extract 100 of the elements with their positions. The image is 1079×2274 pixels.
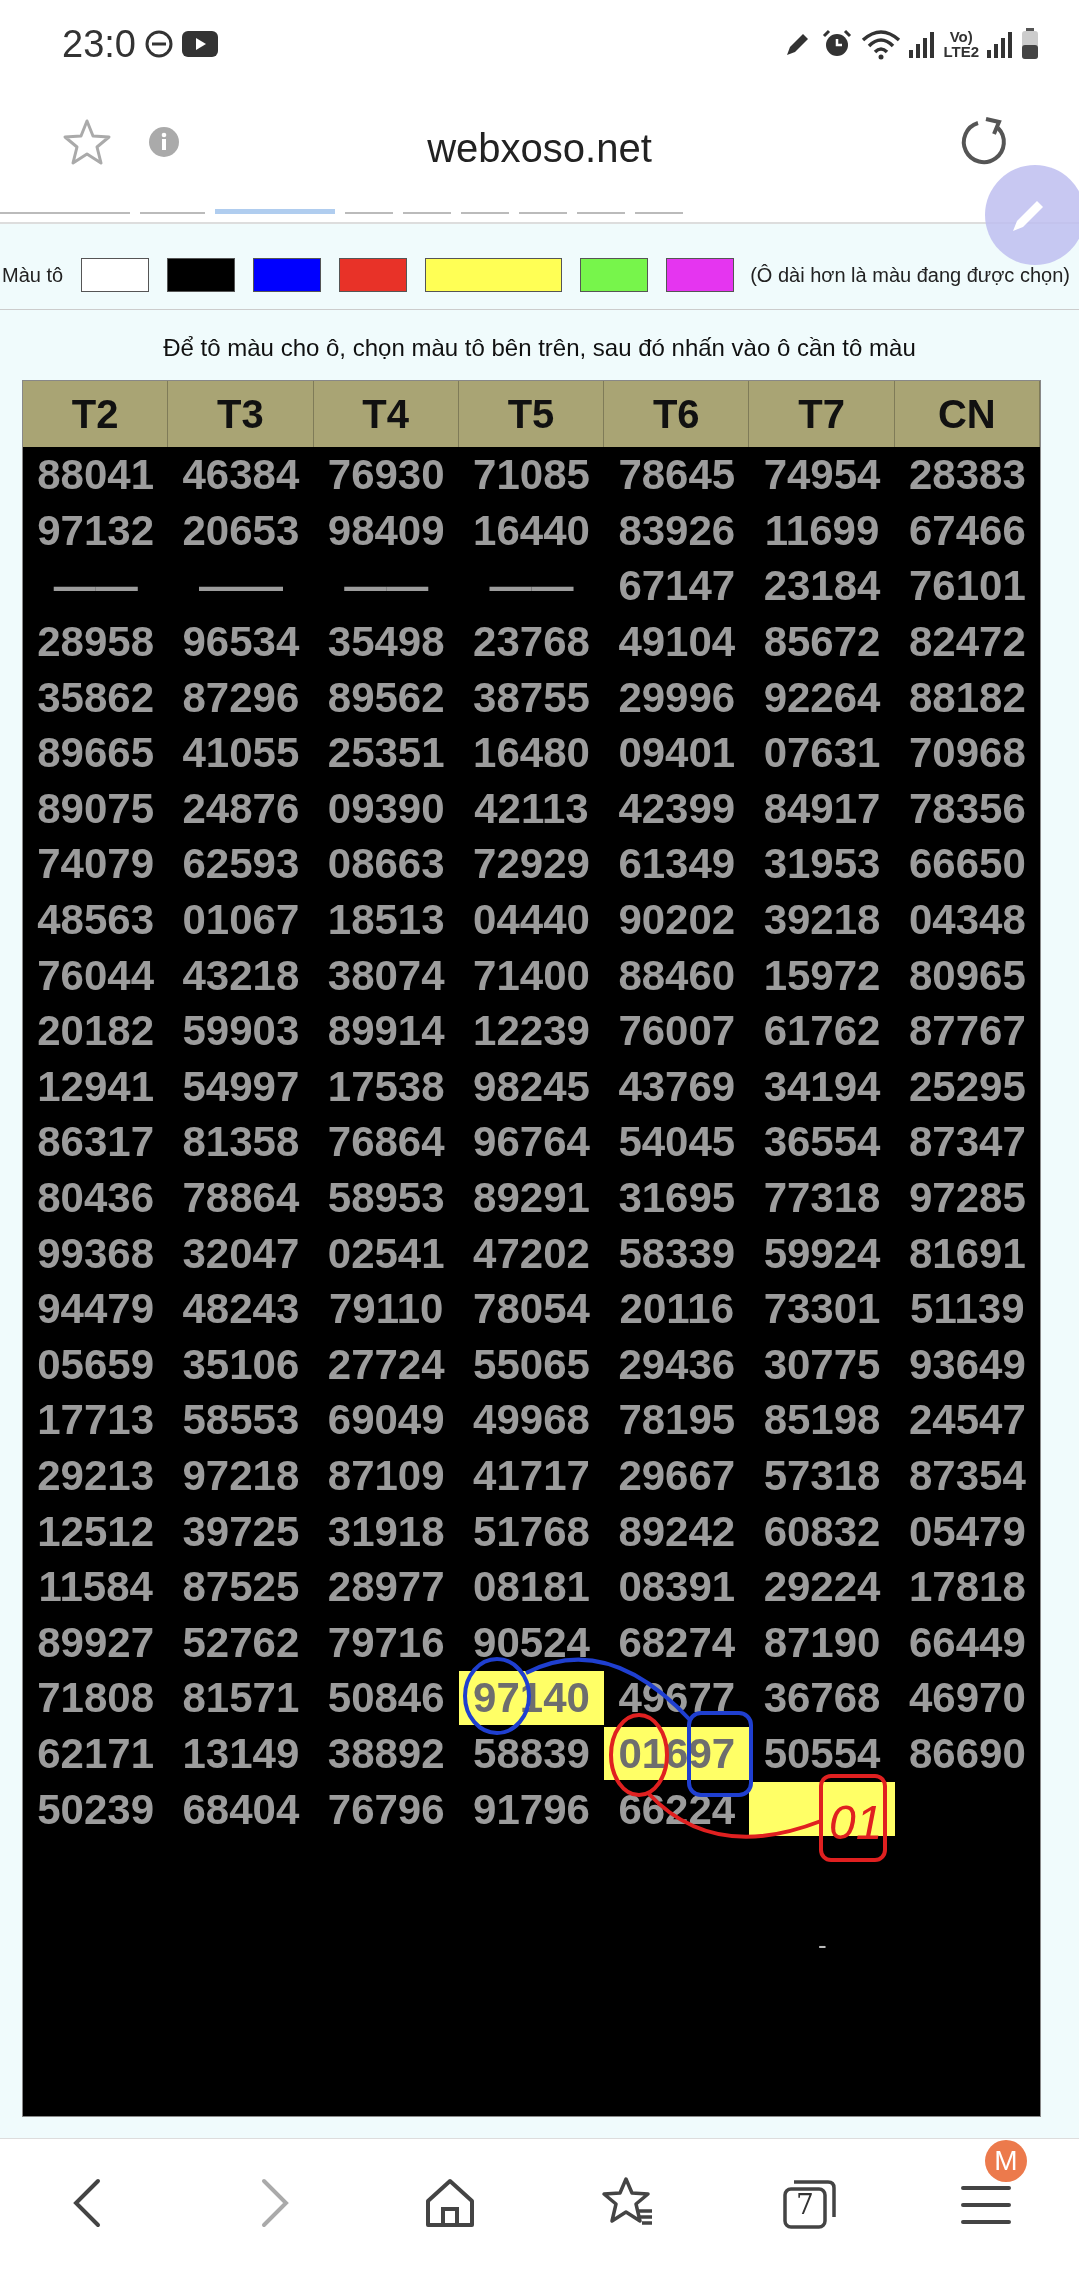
number-cell-text: 66449 — [907, 1617, 1027, 1668]
handwritten-note: 01 — [829, 1796, 883, 1849]
number-cell-text: 89665 — [36, 728, 156, 779]
number-cell-text: 81691 — [907, 1228, 1027, 1279]
number-cell-text: 43769 — [617, 1061, 737, 1112]
number-cell-text: 76864 — [326, 1117, 446, 1168]
dash-cell-text: —— — [488, 561, 575, 612]
number-cell-text: 78356 — [907, 783, 1027, 834]
number-cell-text: 58553 — [181, 1395, 301, 1446]
number-cell-text: 89914 — [326, 1006, 446, 1057]
signal-icon — [909, 30, 936, 58]
number-cell-text: 38755 — [472, 672, 591, 723]
number-cell-text: 38892 — [326, 1728, 446, 1779]
palette-note: (Ô dài hơn là màu đang được chọn) — [750, 262, 1070, 288]
number-cell-text: 67147 — [617, 561, 737, 612]
number-cell-text: 39725 — [181, 1506, 301, 1557]
color-swatch[interactable] — [580, 257, 649, 292]
number-cell-text: 57318 — [762, 1451, 882, 1501]
number-cell-text: 11584 — [37, 1562, 154, 1613]
color-swatch[interactable] — [339, 257, 408, 292]
instruction-text: Để tô màu cho ô, chọn màu tô bên trên, sau đó nhấn vào ô cần tô màu — [162, 333, 917, 363]
number-cell-text: 61762 — [762, 1006, 882, 1057]
number-cell-text: 88182 — [907, 672, 1027, 723]
number-cell-text: 85672 — [762, 617, 882, 668]
number-cell-text: 98409 — [326, 505, 446, 556]
number-cell-text: 89927 — [36, 1617, 156, 1668]
dash-cell-text: —— — [52, 561, 139, 612]
number-cell-text: 23768 — [472, 617, 591, 668]
number-cell-text: 31695 — [617, 1173, 737, 1223]
number-cell-text: 96534 — [181, 617, 301, 668]
number-cell-text: 50554 — [762, 1728, 882, 1779]
number-cell-text: 39218 — [762, 895, 882, 946]
number-cell-text: 72929 — [472, 839, 591, 890]
number-cell-text: 80436 — [36, 1173, 156, 1223]
number-cell-text: 02541 — [326, 1228, 446, 1279]
palette-label: Màu tô — [2, 262, 64, 288]
number-cell-text: 96764 — [472, 1117, 591, 1168]
number-cell-text: 04440 — [472, 895, 591, 946]
number-cell-text: 68274 — [617, 1617, 737, 1668]
number-cell-text: 51768 — [472, 1506, 591, 1557]
number-cell-text: 62593 — [181, 839, 301, 890]
number-cell-text: 12239 — [472, 1006, 591, 1057]
number-cell-text: 16480 — [472, 728, 591, 779]
number-cell-text: 76044 — [36, 950, 156, 1001]
clock-time: 23:0 — [62, 21, 136, 67]
number-cell-text: 67466 — [907, 505, 1027, 556]
number-cell-text: 24547 — [907, 1395, 1027, 1446]
number-cell-text: 27724 — [326, 1339, 446, 1390]
number-cell-text: 25351 — [326, 728, 446, 779]
signal-icon — [987, 30, 1013, 58]
number-cell-text: 54997 — [181, 1061, 301, 1112]
menu-icon[interactable] — [960, 2185, 1012, 2225]
number-cell-text: 50846 — [326, 1673, 446, 1724]
number-cell-text: 86690 — [907, 1728, 1027, 1779]
number-cell-text: 87347 — [907, 1117, 1027, 1168]
number-cell-text: 43218 — [181, 950, 301, 1001]
dash-mark: - — [818, 1929, 827, 1962]
tabs-button[interactable]: 7 — [782, 2177, 838, 2231]
color-swatch[interactable] — [253, 257, 322, 292]
number-cell-text: 71085 — [472, 450, 591, 501]
number-cell-text: 51139 — [909, 1284, 1026, 1335]
number-cell-text: 17538 — [326, 1061, 446, 1112]
number-cell-text: 59924 — [762, 1228, 882, 1279]
number-cell-text: 31918 — [326, 1506, 446, 1557]
number-cell-text: 29436 — [617, 1339, 737, 1390]
battery-icon — [1021, 28, 1039, 60]
color-swatch[interactable] — [425, 257, 563, 292]
number-cell-text: 66650 — [907, 839, 1027, 890]
number-cell-text: 42113 — [473, 783, 590, 834]
number-cell-text: 17818 — [907, 1562, 1027, 1613]
number-cell-text: 74954 — [762, 450, 882, 501]
number-cell-text: 08391 — [617, 1562, 737, 1613]
color-swatch[interactable] — [81, 257, 150, 292]
number-cell-text: 49104 — [617, 617, 737, 668]
number-cell-text: 15972 — [762, 950, 882, 1001]
number-cell-text: 94479 — [36, 1284, 156, 1335]
number-cell-text: 88041 — [36, 450, 156, 501]
number-cell-text: 54045 — [617, 1117, 737, 1168]
number-cell-text: 76930 — [326, 450, 446, 501]
number-cell-text: 86317 — [36, 1117, 156, 1168]
number-cell-text: 18513 — [326, 895, 446, 946]
number-cell-text: 73301 — [762, 1284, 882, 1335]
color-swatch[interactable] — [666, 257, 735, 292]
number-cell-text: 88460 — [617, 950, 737, 1001]
number-cell-text: 28383 — [907, 450, 1027, 501]
column-header: T5 — [458, 381, 605, 447]
number-cell-text: 89242 — [617, 1506, 737, 1557]
number-cell-text: 41717 — [472, 1451, 591, 1501]
star-icon[interactable] — [62, 118, 112, 166]
wifi-icon — [861, 28, 902, 60]
number-cell-text: 78195 — [617, 1395, 737, 1446]
column-header: T4 — [313, 381, 459, 447]
number-cell-text: 09390 — [326, 783, 446, 834]
number-cell-text: 58839 — [472, 1728, 591, 1779]
number-cell-text: 32047 — [181, 1228, 301, 1279]
number-cell-text: 08663 — [326, 839, 446, 890]
dash-cell-text: —— — [343, 561, 430, 612]
color-swatch[interactable] — [167, 257, 236, 292]
number-cell-text: 79110 — [327, 1284, 445, 1335]
number-cell-text: 89075 — [36, 783, 156, 834]
